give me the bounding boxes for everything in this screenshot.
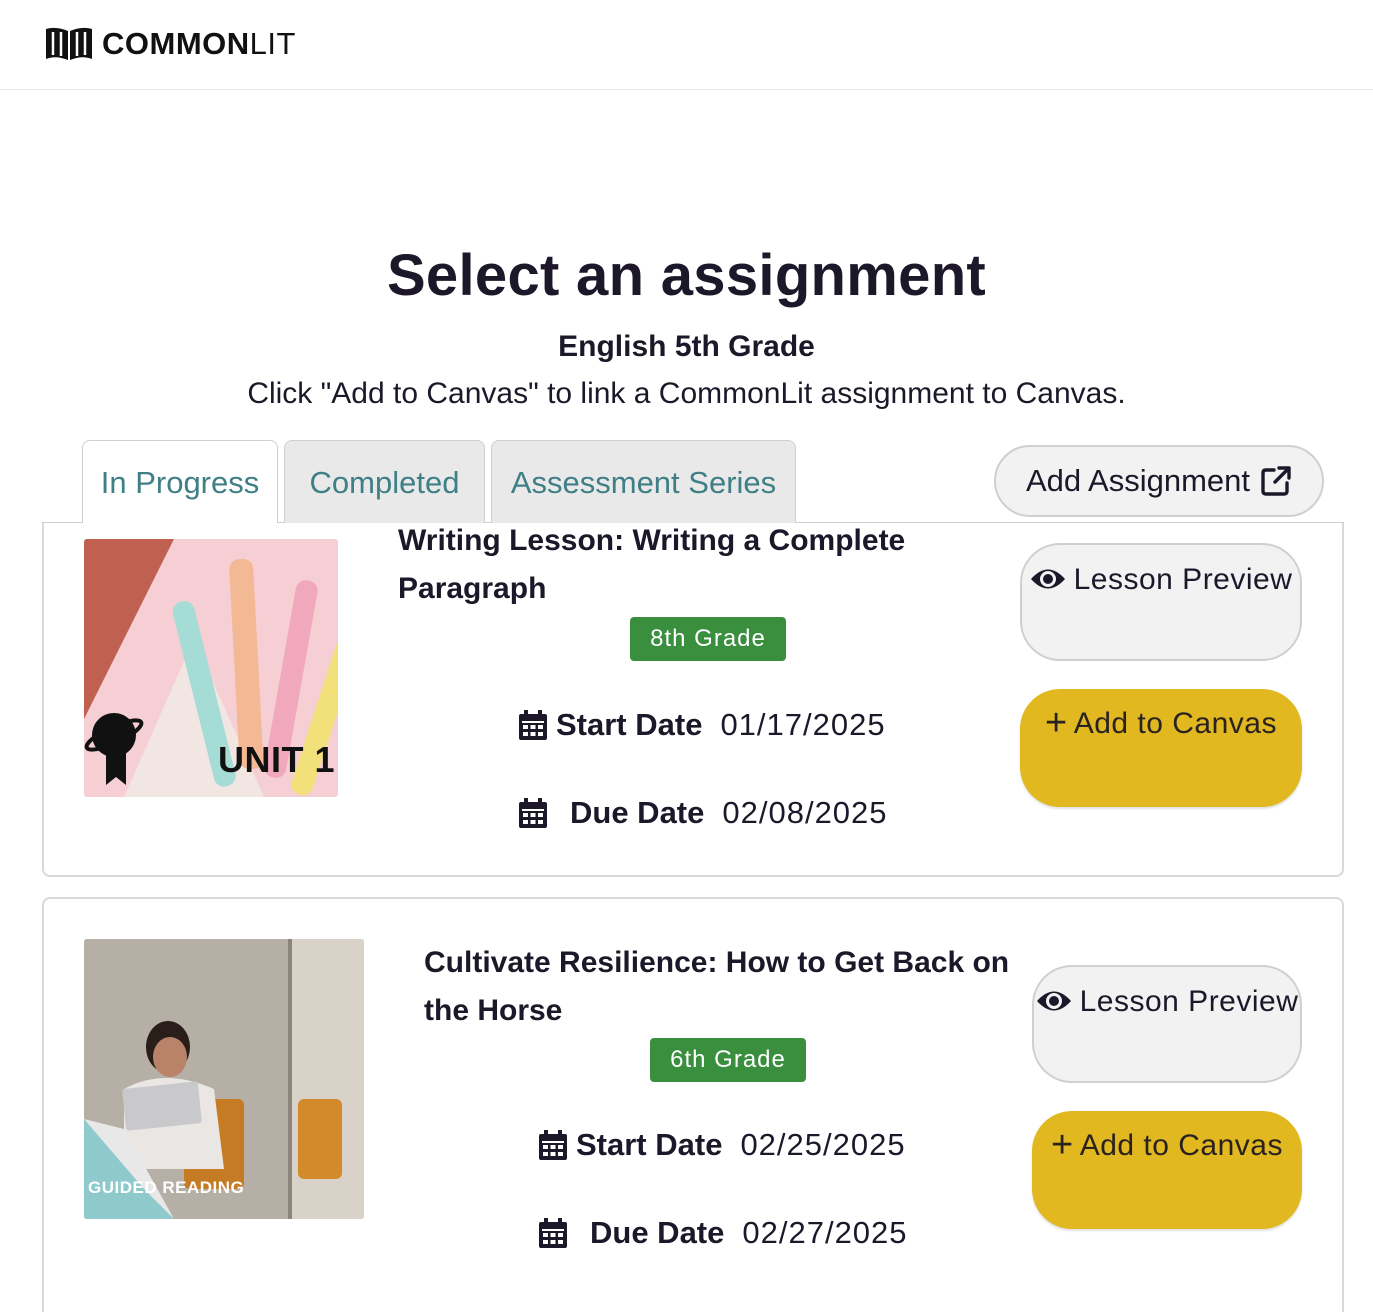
assignment-card: GUIDED READING Cultivate Resilience: How…	[42, 897, 1344, 1312]
top-bar: COMMONLIT	[0, 0, 1373, 90]
due-date-value: 02/27/2025	[742, 1215, 908, 1250]
due-date-row: Due Date 02/27/2025	[538, 1215, 908, 1251]
start-date-value: 01/17/2025	[720, 707, 886, 742]
lesson-preview-label: Lesson Preview	[1079, 985, 1299, 1018]
due-date-label: Due Date	[570, 795, 705, 830]
plus-icon: +	[1051, 1124, 1074, 1166]
thumbnail-label: UNIT 1	[218, 739, 336, 780]
assignment-thumbnail: UNIT 1	[84, 539, 338, 797]
grade-badge: 8th Grade	[630, 617, 786, 661]
resilience-lesson-image	[84, 939, 364, 1219]
instruction-text: Click "Add to Canvas" to link a CommonLi…	[247, 377, 1126, 410]
tab-assessment-series[interactable]: Assessment Series	[491, 440, 796, 524]
calendar-icon	[519, 710, 547, 740]
start-date-row: Start Date 02/25/2025	[538, 1127, 906, 1163]
start-date-label: Start Date	[556, 707, 703, 742]
course-name: English 5th Grade	[558, 330, 815, 363]
assignment-thumbnail: GUIDED READING	[84, 939, 364, 1219]
start-date-row: Start Date 01/17/2025	[518, 707, 886, 743]
lesson-preview-label: Lesson Preview	[1073, 563, 1293, 596]
due-date-row: Due Date 02/08/2025	[518, 795, 888, 831]
calendar-icon	[539, 1130, 567, 1160]
add-to-canvas-label: Add to Canvas	[1079, 1129, 1283, 1162]
due-date-value: 02/08/2025	[722, 795, 888, 830]
start-date-value: 02/25/2025	[740, 1127, 906, 1162]
open-book-icon	[46, 27, 92, 60]
add-to-canvas-button[interactable]: + Add to Canvas	[1032, 1111, 1302, 1229]
assignment-title: Cultivate Resilience: How to Get Back on…	[424, 946, 1010, 1027]
assignment-title: Writing Lesson: Writing a Complete Parag…	[398, 524, 906, 605]
lesson-preview-button[interactable]: Lesson Preview	[1020, 543, 1302, 661]
assignment-card: UNIT 1 Writing Lesson: Writing a Complet…	[42, 523, 1344, 877]
add-to-canvas-button[interactable]: + Add to Canvas	[1020, 689, 1302, 807]
eye-icon	[1030, 569, 1065, 589]
thumbnail-label: GUIDED READING	[88, 1178, 245, 1197]
start-date-label: Start Date	[576, 1127, 723, 1162]
page-title: Select an assignment	[386, 243, 987, 308]
assignment-list[interactable]: UNIT 1 Writing Lesson: Writing a Complet…	[42, 523, 1344, 1312]
tab-in-progress[interactable]: In Progress	[82, 440, 278, 525]
tab-completed[interactable]: Completed	[284, 440, 485, 524]
add-to-canvas-label: Add to Canvas	[1073, 707, 1277, 740]
external-link-icon	[1261, 466, 1291, 496]
lesson-preview-button[interactable]: Lesson Preview	[1032, 965, 1302, 1083]
calendar-icon	[539, 1218, 567, 1248]
add-assignment-label: Add Assignment	[1025, 463, 1251, 498]
calendar-icon	[519, 798, 547, 828]
eye-icon	[1036, 991, 1071, 1011]
add-assignment-button[interactable]: Add Assignment	[994, 445, 1324, 517]
logo-text: COMMONLIT	[102, 26, 296, 61]
commonlit-logo[interactable]: COMMONLIT	[44, 26, 296, 62]
due-date-label: Due Date	[590, 1215, 725, 1250]
grade-badge: 6th Grade	[650, 1038, 806, 1082]
plus-icon: +	[1045, 702, 1068, 744]
